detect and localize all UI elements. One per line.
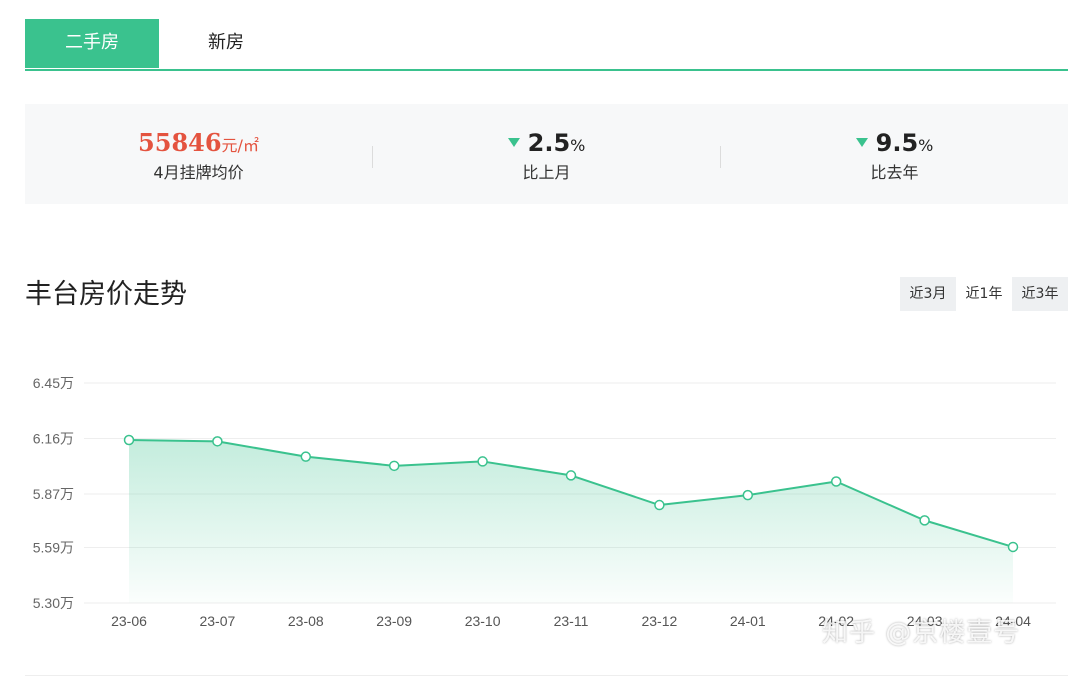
data-point[interactable] [212,436,223,447]
x-tick-label: 23-07 [199,613,235,629]
data-point[interactable] [830,476,842,487]
x-tick-label: 23-06 [111,613,147,629]
x-tick-label: 23-10 [465,613,501,629]
data-point[interactable] [565,470,577,481]
area-fill [129,440,1013,603]
yoy-change-value: 9.5 [875,129,919,157]
mom-percent-sign: % [570,136,586,155]
avg-price-stat: 55846元/㎡ 4月挂牌均价 [25,104,372,204]
series-line-segment [128,439,218,443]
section-title: 丰台房价走势 [25,279,187,310]
data-point[interactable] [742,489,754,501]
avg-price-value: 55846 [138,128,222,157]
data-point[interactable] [388,460,400,472]
tab-new-home[interactable]: 新房 [159,19,293,68]
data-point[interactable] [919,515,930,526]
range-1-year-button[interactable]: 近1年 [956,277,1012,311]
x-tick-label: 24-01 [730,613,766,629]
range-selector: 近3月 近1年 近3年 [900,277,1068,311]
tab-second-hand[interactable]: 二手房 [25,19,159,68]
x-tick-label: 23-12 [641,613,677,629]
avg-price-value-row: 55846元/㎡ [25,126,372,160]
data-point[interactable] [1007,541,1019,553]
yoy-change-stat: 9.5% 比去年 [721,104,1068,204]
x-tick-label: 23-09 [376,613,412,629]
y-tick-label: 5.59万 [33,540,74,556]
yoy-percent-sign: % [918,136,934,155]
bottom-divider [25,675,1068,676]
avg-price-label: 4月挂牌均价 [153,163,244,182]
mom-change-value: 2.5 [527,129,571,157]
tab-bar: 二手房 新房 [25,19,1068,71]
down-triangle-icon [507,138,520,147]
y-tick-label: 5.30万 [33,595,74,611]
y-tick-label: 5.87万 [33,486,74,502]
y-tick-label: 6.45万 [33,375,74,391]
down-triangle-icon [855,138,868,147]
mom-change-stat: 2.5% 比上月 [373,104,720,204]
yoy-change-value-row: 9.5% [721,126,1068,160]
avg-price-unit: 元/㎡ [221,136,259,155]
x-tick-label: 23-08 [288,613,324,629]
range-3-years-button[interactable]: 近3年 [1012,277,1068,311]
y-tick-label: 6.16万 [33,430,74,446]
price-summary-panel: 55846元/㎡ 4月挂牌均价 2.5% 比上月 9.5% 比去年 [25,104,1068,204]
data-point[interactable] [300,451,312,462]
data-point[interactable] [654,499,665,511]
range-3-months-button[interactable]: 近3月 [900,277,956,311]
data-point[interactable] [123,434,135,446]
mom-change-label: 比上月 [522,163,571,182]
yoy-change-label: 比去年 [870,163,919,182]
price-trend-chart: 5.30万 5.59万 5.87万 6.16万 6.45万 23-06 23-07 23-08… [33,375,1056,629]
x-tick-label: 23-11 [554,613,589,629]
mom-change-value-row: 2.5% [373,126,720,160]
data-point[interactable] [477,456,488,467]
watermark: 知乎 @京楼壹号 [822,618,1021,648]
